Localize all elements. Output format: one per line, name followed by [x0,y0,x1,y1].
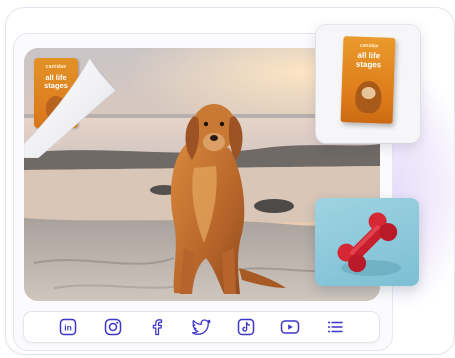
bag-dog-face [361,86,376,100]
page-curl [24,57,117,158]
instagram-icon[interactable] [103,317,123,337]
bone-toy-card[interactable] [315,198,419,286]
product-card[interactable]: canidae all life stages [316,25,420,143]
twitter-icon[interactable] [191,317,212,337]
menu-icon[interactable] [325,317,345,337]
youtube-icon[interactable] [280,317,300,337]
tiktok-icon[interactable] [236,317,256,337]
bag-brand-label: canidae [359,42,379,50]
bone-toy-icon [337,212,401,276]
linkedin-label: in [65,323,73,333]
dog-food-bag: canidae all life stages [340,36,396,124]
facebook-icon[interactable] [147,317,167,337]
bag-title-label: all life stages [355,50,382,69]
linkedin-icon[interactable]: in [58,317,78,337]
bag-dog-graphic [354,80,382,114]
social-links-bar: in [24,312,379,342]
